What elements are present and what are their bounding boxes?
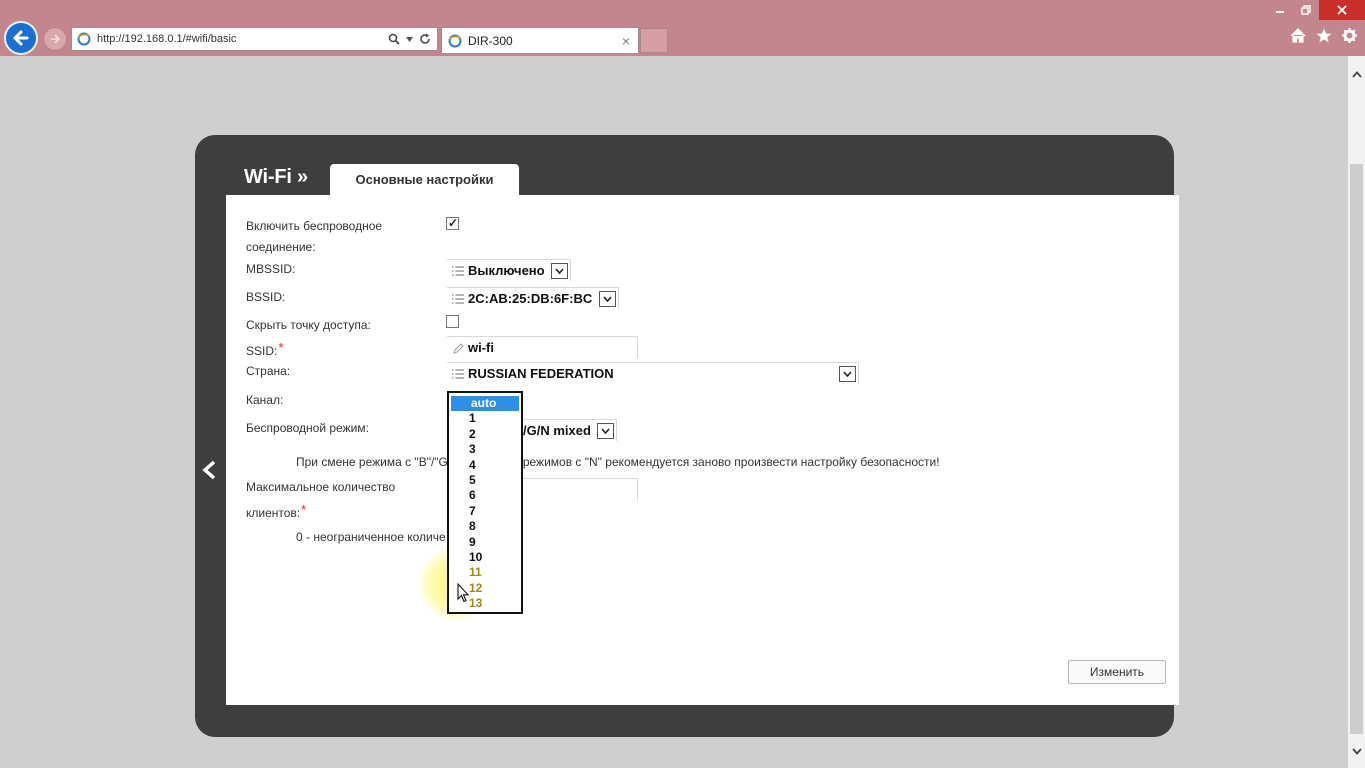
bssid-label: BSSID: <box>246 290 286 304</box>
checkmark-icon: ✓ <box>448 216 459 230</box>
dropdown-button[interactable] <box>597 423 614 439</box>
channel-option-11[interactable]: 11 <box>449 565 521 580</box>
new-tab-button[interactable] <box>640 28 668 53</box>
forward-button[interactable] <box>43 27 67 51</box>
max-clients-label-text: клиентов: <box>246 506 301 520</box>
dropdown-button[interactable] <box>839 366 856 382</box>
list-icon <box>452 293 464 304</box>
arrow-right-icon <box>51 34 61 44</box>
channel-option-3[interactable]: 3 <box>449 442 521 457</box>
scroll-down-button[interactable] <box>1348 743 1365 760</box>
bssid-select[interactable]: 2C:AB:25:DB:6F:BC <box>447 287 619 309</box>
gear-icon[interactable] <box>1342 28 1357 43</box>
browser-tab[interactable]: DIR-300 × <box>441 27 639 53</box>
bssid-value: 2C:AB:25:DB:6F:BC <box>468 291 593 306</box>
channel-dropdown-list[interactable]: auto 1 2 3 4 5 6 7 8 9 10 11 12 13 <box>447 391 523 614</box>
minimize-button[interactable] <box>1267 0 1293 20</box>
window-controls <box>1267 0 1365 20</box>
chevron-down-icon <box>1351 748 1362 755</box>
back-arrow-button[interactable] <box>200 458 220 482</box>
home-icon[interactable] <box>1290 28 1306 43</box>
country-value: RUSSIAN FEDERATION <box>468 366 614 381</box>
ssid-label-text: SSID: <box>246 344 278 358</box>
close-icon <box>1337 5 1347 15</box>
scroll-thumb[interactable] <box>1350 164 1363 734</box>
max-clients-label-line1: Максимальное количество <box>246 480 396 494</box>
chevron-left-icon <box>202 460 216 480</box>
mode-value: /G/N mixed <box>523 423 591 438</box>
max-clients-note: 0 - неограниченное количе <box>296 530 446 544</box>
tab-close-icon[interactable]: × <box>617 33 635 49</box>
dropdown-button[interactable] <box>599 291 616 307</box>
settings-form <box>226 195 1179 705</box>
chevron-down-icon <box>555 268 564 274</box>
ie-favicon-icon <box>77 32 91 46</box>
chevron-down-icon <box>601 428 610 434</box>
ssid-input[interactable]: wi-fi <box>447 336 638 358</box>
browser-chrome: http://192.168.0.1/#wifi/basic DIR-300 × <box>0 0 1365 56</box>
list-icon <box>452 265 464 276</box>
refresh-icon[interactable] <box>419 33 431 45</box>
enable-wireless-label-line1: Включить беспроводное <box>246 219 383 233</box>
required-marker: * <box>301 502 307 517</box>
mode-note-left: При смене режима с "B"/"G <box>296 455 448 469</box>
chevron-up-icon <box>1351 71 1362 78</box>
mbssid-value: Выключено <box>468 263 545 278</box>
hide-ap-checkbox[interactable] <box>446 315 459 328</box>
star-icon[interactable] <box>1316 28 1332 43</box>
channel-option-2[interactable]: 2 <box>449 427 521 442</box>
minimize-icon <box>1276 11 1284 13</box>
enable-wireless-label-line2: соединение: <box>246 240 316 254</box>
channel-option-7[interactable]: 7 <box>449 504 521 519</box>
required-marker: * <box>278 340 284 355</box>
country-select[interactable]: RUSSIAN FEDERATION <box>447 362 859 384</box>
section-title: Wi-Fi » <box>244 166 308 188</box>
channel-option-auto[interactable]: auto <box>451 396 519 412</box>
channel-option-6[interactable]: 6 <box>449 488 521 503</box>
channel-option-8[interactable]: 8 <box>449 519 521 534</box>
hide-ap-label: Скрыть точку доступа: <box>246 318 371 332</box>
mode-note-right: з режимов с "N" рекомендуется заново про… <box>514 455 940 469</box>
ssid-label: SSID:* <box>246 337 283 362</box>
ie-favicon-icon <box>448 34 462 47</box>
channel-options: auto 1 2 3 4 5 6 7 8 9 10 11 12 13 <box>449 393 521 611</box>
address-bar[interactable]: http://192.168.0.1/#wifi/basic <box>71 27 438 51</box>
channel-label: Канал: <box>246 393 284 407</box>
search-icon[interactable] <box>388 33 400 45</box>
change-button[interactable]: Изменить <box>1068 660 1166 684</box>
tab-basic-settings[interactable]: Основные настройки <box>330 164 519 195</box>
url-text: http://192.168.0.1/#wifi/basic <box>97 33 237 45</box>
restore-button[interactable] <box>1293 0 1319 20</box>
channel-option-1[interactable]: 1 <box>449 411 521 426</box>
mbssid-select[interactable]: Выключено <box>447 259 571 281</box>
back-button[interactable] <box>4 21 38 55</box>
close-window-button[interactable] <box>1319 0 1365 20</box>
country-label: Страна: <box>246 364 291 378</box>
mode-label: Беспроводной режим: <box>246 421 369 435</box>
mouse-cursor-icon <box>457 583 469 603</box>
channel-option-4[interactable]: 4 <box>449 458 521 473</box>
vertical-scrollbar[interactable] <box>1348 56 1365 768</box>
browser-toolbar <box>1290 28 1357 43</box>
ssid-value: wi-fi <box>468 340 494 355</box>
chevron-down-icon <box>843 371 852 377</box>
scroll-up-button[interactable] <box>1348 66 1365 83</box>
tab-title: DIR-300 <box>468 33 513 48</box>
max-clients-label-line2: клиентов:* <box>246 499 306 524</box>
dropdown-icon[interactable] <box>406 36 413 42</box>
dropdown-button[interactable] <box>551 263 568 279</box>
restore-icon <box>1301 5 1311 15</box>
channel-option-9[interactable]: 9 <box>449 535 521 550</box>
channel-option-5[interactable]: 5 <box>449 473 521 488</box>
enable-wireless-checkbox[interactable]: ✓ <box>446 216 459 230</box>
pencil-icon <box>453 342 464 354</box>
chevron-down-icon <box>603 296 612 302</box>
channel-option-10[interactable]: 10 <box>449 550 521 565</box>
arrow-left-icon <box>13 30 29 46</box>
mbssid-label: MBSSID: <box>246 262 296 276</box>
list-icon <box>452 368 464 379</box>
